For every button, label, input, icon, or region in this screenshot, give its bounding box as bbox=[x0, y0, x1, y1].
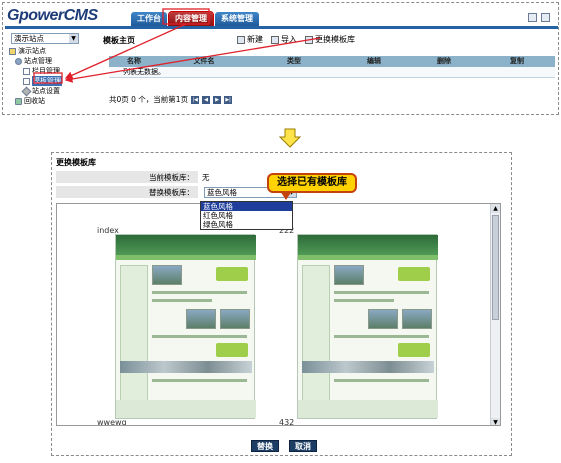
template-library-select-value: 蓝色风格 bbox=[207, 188, 237, 197]
template-toolbar: 新建 导入 更换模板库 bbox=[237, 34, 355, 45]
chevron-down-icon: ▼ bbox=[69, 34, 78, 43]
replace-library-label: 替换模板库： bbox=[56, 186, 198, 199]
tab-system-management[interactable]: 系统管理 bbox=[215, 12, 259, 26]
window-icon[interactable] bbox=[528, 13, 537, 22]
template-name-wwewq: wwewq bbox=[97, 418, 127, 426]
template-preview-area: index 222 wwewq 432 ▲ ▼ bbox=[56, 203, 501, 426]
tree-item-demo-site[interactable]: 演示站点 bbox=[9, 46, 97, 56]
tree-item-label: 栏目管理 bbox=[32, 67, 60, 75]
callout-tail bbox=[280, 191, 292, 200]
template-library-options: 蓝色风格 红色风格 绿色风格 bbox=[200, 201, 293, 230]
column-header-copy: 复制 bbox=[510, 57, 524, 65]
tree-item-label: 回收站 bbox=[24, 97, 45, 105]
first-page-icon[interactable]: |◀ bbox=[191, 95, 200, 104]
current-library-value: 无 bbox=[202, 173, 210, 182]
new-button[interactable]: 新建 bbox=[237, 34, 263, 45]
new-icon bbox=[237, 35, 245, 44]
template-main-panel: 模板主页 新建 导入 更换模板库 名称 文件名 类型 编辑 删除 复制 列表无数… bbox=[99, 33, 558, 115]
down-arrow-icon bbox=[279, 128, 301, 148]
gear-icon bbox=[15, 57, 22, 65]
template-code-wwewq: 432 bbox=[279, 418, 295, 426]
scroll-down-icon[interactable]: ▼ bbox=[491, 418, 500, 425]
logout-icon[interactable] bbox=[541, 13, 550, 22]
wrench-icon bbox=[21, 86, 32, 96]
site-select-dropdown[interactable]: 演示站点 ▼ bbox=[11, 33, 79, 44]
tree-item-label: 站点设置 bbox=[32, 87, 60, 95]
tree-item-label: 演示站点 bbox=[18, 47, 46, 55]
nav-bar-line bbox=[5, 26, 558, 29]
site-select-value: 演示站点 bbox=[14, 34, 44, 43]
pagination: 共0页 0 个，当前第1页 |◀ ◀ ▶ ▶| bbox=[109, 94, 233, 105]
cms-admin-screenshot: GpowerCMS 工作台 内容管理 系统管理 演示站点 ▼ 演示站点 站点管理… bbox=[2, 2, 559, 115]
change-template-library-button[interactable]: 更换模板库 bbox=[305, 34, 355, 45]
template-grid: 名称 文件名 类型 编辑 删除 复制 列表无数据。 bbox=[109, 56, 555, 78]
column-header-edit: 编辑 bbox=[367, 57, 381, 65]
tree-item-site-management[interactable]: 站点管理 bbox=[9, 56, 97, 66]
cancel-button[interactable]: 取消 bbox=[289, 440, 317, 452]
tree-item-label: 站点管理 bbox=[24, 57, 52, 65]
grid-header: 名称 文件名 类型 编辑 删除 复制 bbox=[109, 56, 555, 67]
tree-item-template-management[interactable]: 模板管理 bbox=[9, 76, 97, 86]
change-template-dialog: 更换模板库 当前模板库： 无 替换模板库： 蓝色风格 ▼ 蓝色风格 红色风格 绿… bbox=[51, 152, 512, 456]
column-header-name[interactable]: 名称 bbox=[109, 56, 159, 67]
grid-empty-message: 列表无数据。 bbox=[109, 67, 555, 78]
tree-item-site-settings[interactable]: 站点设置 bbox=[9, 86, 97, 96]
page-title: 模板主页 bbox=[103, 36, 135, 45]
scroll-thumb[interactable] bbox=[492, 215, 499, 320]
current-library-label: 当前模板库： bbox=[56, 171, 198, 184]
document-icon bbox=[23, 67, 30, 75]
option-green-style[interactable]: 绿色风格 bbox=[201, 220, 292, 229]
preview-scrollbar[interactable]: ▲ ▼ bbox=[490, 204, 500, 425]
callout-select-library: 选择已有模板库 bbox=[267, 173, 357, 193]
tree-item-recycle-bin[interactable]: 回收站 bbox=[9, 96, 97, 106]
tab-content-management[interactable]: 内容管理 bbox=[168, 11, 214, 27]
next-page-icon[interactable]: ▶ bbox=[213, 95, 222, 104]
prev-page-icon[interactable]: ◀ bbox=[202, 95, 211, 104]
last-page-icon[interactable]: ▶| bbox=[224, 95, 233, 104]
tab-workbench[interactable]: 工作台 bbox=[131, 12, 167, 26]
document-icon bbox=[23, 77, 30, 85]
template-thumbnail[interactable] bbox=[115, 234, 256, 419]
main-nav-tabs: 工作台 内容管理 系统管理 bbox=[131, 11, 259, 27]
change-library-label: 更换模板库 bbox=[315, 35, 355, 44]
import-label: 导入 bbox=[281, 35, 297, 44]
dialog-title: 更换模板库 bbox=[56, 158, 96, 167]
change-library-icon bbox=[305, 35, 313, 44]
option-red-style[interactable]: 红色风格 bbox=[201, 211, 292, 220]
dialog-buttons: 替换 取消 bbox=[251, 440, 317, 452]
column-header-type[interactable]: 类型 bbox=[249, 56, 339, 67]
import-button[interactable]: 导入 bbox=[271, 34, 297, 45]
column-header-delete: 删除 bbox=[437, 57, 451, 65]
template-thumbnail[interactable] bbox=[297, 234, 438, 419]
scroll-up-icon[interactable]: ▲ bbox=[491, 204, 500, 213]
site-tree: 演示站点 站点管理 栏目管理 模板管理 站点设置 回收站 bbox=[9, 46, 97, 106]
pager-text: 共0页 0 个，当前第1页 bbox=[109, 95, 189, 104]
new-label: 新建 bbox=[247, 35, 263, 44]
tree-item-label: 模板管理 bbox=[32, 76, 62, 86]
site-icon bbox=[9, 47, 16, 55]
gpowercms-logo: GpowerCMS bbox=[7, 7, 98, 24]
tree-item-column-management[interactable]: 栏目管理 bbox=[9, 66, 97, 76]
replace-button[interactable]: 替换 bbox=[251, 440, 279, 452]
column-header-filename[interactable]: 文件名 bbox=[159, 56, 249, 67]
recycle-bin-icon bbox=[15, 97, 22, 105]
option-blue-style[interactable]: 蓝色风格 bbox=[201, 202, 292, 211]
top-right-icons bbox=[528, 13, 550, 22]
import-icon bbox=[271, 35, 279, 44]
